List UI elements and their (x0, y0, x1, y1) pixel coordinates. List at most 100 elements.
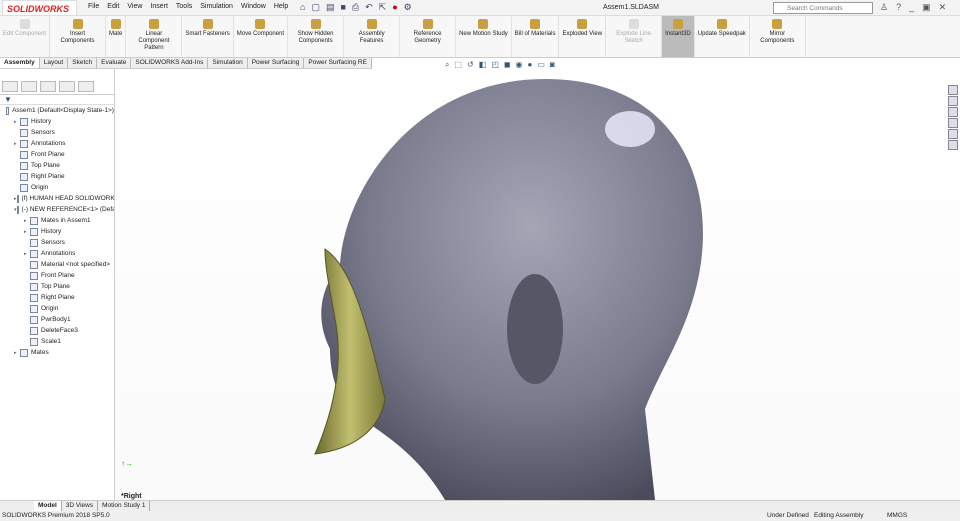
tree-item-label: Mates in Assem1 (41, 217, 91, 224)
tree-item[interactable]: ▸ Mates in Assem1 (0, 215, 114, 226)
ribbon-label: Instant3D (665, 31, 691, 37)
ribbon-button-reference-geometry[interactable]: Reference Geometry (400, 16, 457, 57)
tree-item[interactable]: ▸ History (0, 226, 114, 237)
tree-item[interactable]: Sensors (0, 237, 114, 248)
tab-simulation[interactable]: Simulation (208, 58, 248, 68)
tab-layout[interactable]: Layout (40, 58, 69, 68)
ribbon-button-insert-components[interactable]: Insert Components (50, 16, 107, 57)
tab-power-surfacing[interactable]: Power Surfacing (248, 58, 305, 68)
tree-item[interactable]: Origin (0, 303, 114, 314)
restore-button[interactable]: ▣ (922, 2, 931, 13)
menu-tools[interactable]: Tools (176, 3, 192, 10)
dimxpert-tab[interactable] (59, 81, 75, 92)
ribbon-button-exploded-view[interactable]: Exploded View (559, 16, 607, 57)
tree-item[interactable]: ▸ Annotations (0, 138, 114, 149)
print-icon[interactable]: ⎙ (352, 2, 359, 13)
tree-item[interactable]: ▸ Annotations (0, 248, 114, 259)
tree-item[interactable]: ▸ History (0, 116, 114, 127)
tree-item[interactable]: Sensors (0, 127, 114, 138)
tree-item-label: Top Plane (31, 162, 60, 169)
tree-item[interactable]: Front Plane (0, 270, 114, 281)
bottom-tab-motion-study-1[interactable]: Motion Study 1 (98, 501, 151, 511)
configuration-tab[interactable] (40, 81, 56, 92)
tree-item[interactable]: Right Plane (0, 171, 114, 182)
tab-solidworks-add-ins[interactable]: SOLIDWORKS Add-Ins (131, 58, 209, 68)
tab-sketch[interactable]: Sketch (68, 58, 98, 68)
feature-tree-tab[interactable] (2, 81, 18, 92)
display-manager-tab[interactable] (78, 81, 94, 92)
resources-icon[interactable] (948, 85, 958, 95)
tab-power-surfacing-re[interactable]: Power Surfacing RE (304, 58, 372, 68)
new-icon[interactable]: ▢ (311, 2, 320, 13)
tree-node-icon (20, 128, 28, 137)
ribbon-button-move-component[interactable]: Move Component (234, 16, 289, 57)
tree-node-icon (30, 216, 38, 225)
minimize-button[interactable]: _ (909, 2, 914, 13)
ribbon-button-smart-fasteners[interactable]: Smart Fasteners (182, 16, 234, 57)
tab-evaluate[interactable]: Evaluate (97, 58, 132, 68)
tree-item[interactable]: ▸ Mates (0, 347, 114, 358)
tree-item[interactable]: Material <not specified> (0, 259, 114, 270)
ribbon-button-linear-component-pattern[interactable]: Linear Component Pattern (126, 16, 183, 57)
solidworks-logo[interactable]: SOLIDWORKS (2, 0, 77, 16)
search-commands-input[interactable]: Search Commands (773, 2, 873, 14)
close-button[interactable]: ✕ (939, 2, 947, 13)
select-icon[interactable]: ⇱ (379, 2, 387, 13)
bottom-tab-3d-views[interactable]: 3D Views (62, 501, 99, 511)
ribbon-button-assembly-features[interactable]: Assembly Features (344, 16, 401, 57)
ribbon-button-show-hidden-components[interactable]: Show Hidden Components (288, 16, 345, 57)
tree-node-icon (20, 139, 28, 148)
units-selector[interactable]: MMGS (887, 512, 907, 519)
save-icon[interactable]: ■ (340, 2, 345, 13)
menu-window[interactable]: Window (241, 3, 266, 10)
tree-item[interactable]: Origin (0, 182, 114, 193)
tree-item[interactable]: ▾(-) NEW REFERENCE<1> (Default- (0, 204, 114, 215)
tree-item[interactable]: Front Plane (0, 149, 114, 160)
tree-item[interactable]: Assem1 (Default<Display State-1>) (0, 105, 114, 116)
property-manager-tab[interactable] (21, 81, 37, 92)
ribbon-button-edit-component[interactable]: Edit Component (0, 16, 51, 57)
custom-properties-icon[interactable] (948, 140, 958, 150)
appearances-icon[interactable] (948, 129, 958, 139)
tree-item[interactable]: PwrBody1 (0, 314, 114, 325)
help-icon[interactable]: ? (896, 2, 901, 13)
file-explorer-icon[interactable] (948, 107, 958, 117)
filter-icon[interactable]: ▼ (0, 95, 114, 105)
user-icon[interactable]: ♙ (880, 2, 888, 13)
menu-file[interactable]: File (88, 3, 99, 10)
menu-view[interactable]: View (127, 3, 142, 10)
tree-node-icon (20, 172, 28, 181)
rebuild-icon[interactable]: ● (392, 2, 397, 13)
status-bar: SOLIDWORKS Premium 2018 SP5.0 Under Defi… (0, 511, 960, 521)
tree-item[interactable]: ▸ (f) HUMAN HEAD SOLIDWORKS< (0, 193, 114, 204)
menu-simulation[interactable]: Simulation (200, 3, 233, 10)
tree-item[interactable]: Top Plane (0, 160, 114, 171)
tree-node-icon (16, 205, 19, 214)
ribbon-icon (772, 19, 783, 29)
options-icon[interactable]: ⚙ (404, 2, 412, 13)
ribbon-button-instant3d[interactable]: Instant3D (662, 16, 695, 57)
ribbon-button-mate[interactable]: Mate (106, 16, 127, 57)
design-library-icon[interactable] (948, 96, 958, 106)
tree-item[interactable]: Top Plane (0, 281, 114, 292)
ribbon-button-update-speedpak[interactable]: Update Speedpak (695, 16, 750, 57)
tab-assembly[interactable]: Assembly (0, 58, 40, 68)
bottom-tab-model[interactable]: Model (34, 501, 62, 511)
ribbon-button-new-motion-study[interactable]: New Motion Study (456, 16, 512, 57)
view-palette-icon[interactable] (948, 118, 958, 128)
menu-insert[interactable]: Insert (150, 3, 168, 10)
tree-item[interactable]: Scale1 (0, 336, 114, 347)
tree-item[interactable]: Right Plane (0, 292, 114, 303)
tree-item-label: Origin (31, 184, 49, 191)
ribbon-button-explode-line-sketch[interactable]: Explode Line Sketch (606, 16, 663, 57)
open-icon[interactable]: ▤ (326, 2, 335, 13)
tree-item[interactable]: DeleteFace3 (0, 325, 114, 336)
ribbon-button-mirror-components[interactable]: Mirror Components (750, 16, 806, 57)
undo-icon[interactable]: ↶ (365, 2, 373, 13)
menu-help[interactable]: Help (274, 3, 288, 10)
home-icon[interactable]: ⌂ (300, 2, 305, 13)
menu-edit[interactable]: Edit (107, 3, 119, 10)
graphics-area[interactable]: ⌕ ⬚ ↺ ◧ ◰ ◼ ◉ ● ▭ ◙ ↑→ *Right (115, 60, 960, 500)
ribbon-button-bill-of-materials[interactable]: Bill of Materials (512, 16, 560, 57)
tree-node-icon (30, 260, 38, 269)
